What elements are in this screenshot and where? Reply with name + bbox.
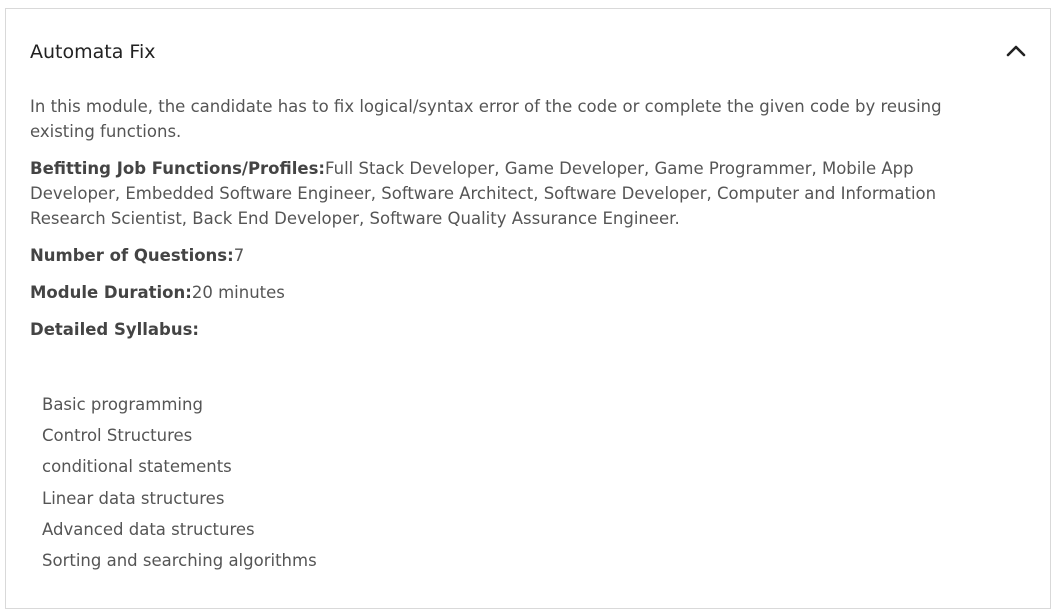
job-profiles-label: Befitting Job Functions/Profiles: xyxy=(30,159,326,178)
module-card-body: In this module, the candidate has to fix… xyxy=(30,94,1005,570)
question-count: Number of Questions:7 xyxy=(30,243,1005,268)
job-profiles: Befitting Job Functions/Profiles:Full St… xyxy=(30,156,1005,231)
question-count-value: 7 xyxy=(233,246,245,265)
syllabus-label: Detailed Syllabus: xyxy=(30,320,200,339)
module-description: In this module, the candidate has to fix… xyxy=(30,97,942,141)
module-title: Automata Fix xyxy=(30,41,156,63)
list-item: Sorting and searching algorithms xyxy=(42,550,317,570)
syllabus-heading: Detailed Syllabus: xyxy=(30,317,1005,342)
list-item: Advanced data structures xyxy=(42,519,255,539)
syllabus-list: Basic programming Control Structures con… xyxy=(42,389,317,576)
question-count-label: Number of Questions: xyxy=(30,246,234,265)
list-item: Linear data structures xyxy=(42,488,225,508)
module-card: Automata Fix In this module, the candida… xyxy=(5,8,1051,609)
module-card-header[interactable]: Automata Fix xyxy=(6,9,1050,95)
list-item: Basic programming xyxy=(42,395,203,414)
module-duration-value: 20 minutes xyxy=(191,283,285,302)
module-duration-label: Module Duration: xyxy=(30,283,192,302)
list-item: conditional statements xyxy=(42,457,232,477)
chevron-up-icon[interactable] xyxy=(1004,39,1028,63)
module-duration: Module Duration:20 minutes xyxy=(30,280,1005,305)
list-item: Control Structures xyxy=(42,426,193,446)
